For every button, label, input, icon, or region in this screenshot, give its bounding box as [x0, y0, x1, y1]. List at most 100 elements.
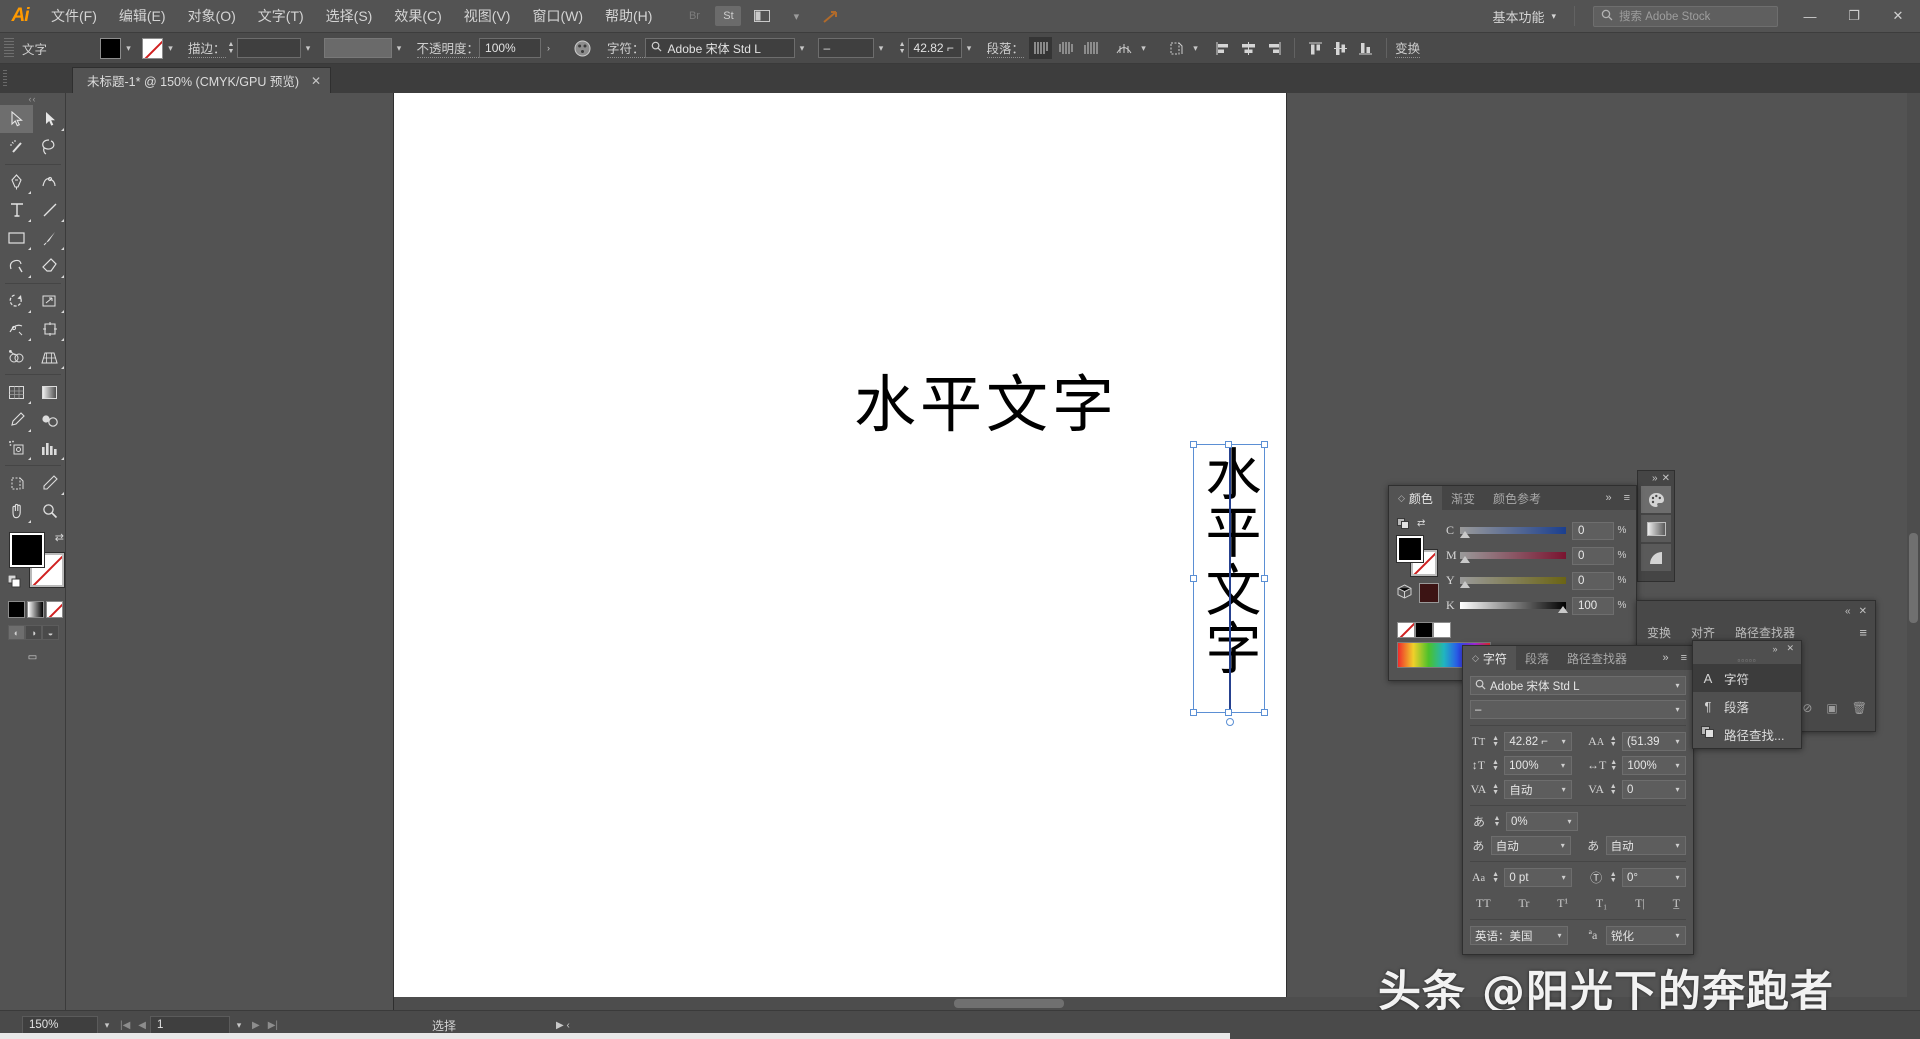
selection-handle-tc[interactable]: [1225, 441, 1232, 448]
selection-handle-bl[interactable]: [1190, 709, 1197, 716]
tab-align[interactable]: 对齐: [1681, 624, 1725, 641]
baseline-shift-stepper[interactable]: ▲ ▼: [1491, 871, 1500, 884]
chevron-down-icon[interactable]: ▾: [1670, 681, 1685, 690]
selection-handle-tr[interactable]: [1261, 441, 1268, 448]
flyout-grip[interactable]: ▫▫▫▫▫: [1693, 656, 1801, 665]
selection-handle-ml[interactable]: [1190, 574, 1197, 582]
curvature-tool[interactable]: [33, 168, 66, 196]
stroke-dropdown-icon[interactable]: ▾: [163, 38, 178, 59]
paintbrush-tool[interactable]: [33, 224, 66, 252]
direct-selection-tool[interactable]: [33, 105, 66, 133]
selection-tool[interactable]: [0, 105, 33, 133]
menu-window[interactable]: 窗口(W): [521, 0, 594, 33]
language-field[interactable]: 英语：美国 ▾: [1470, 926, 1568, 945]
default-fill-stroke-icon[interactable]: [7, 574, 22, 594]
flyout-item-paragraph[interactable]: ¶ 段落: [1693, 692, 1801, 720]
rectangle-tool[interactable]: [0, 224, 33, 252]
font-style-dropdown-icon[interactable]: ▾: [874, 38, 889, 59]
panel-menu-icon[interactable]: ≡: [1675, 652, 1693, 664]
zoom-tool[interactable]: [33, 497, 66, 525]
eraser-tool[interactable]: [33, 252, 66, 280]
underline-button[interactable]: T|: [1631, 894, 1649, 913]
vertical-scrollbar[interactable]: [1907, 93, 1920, 1010]
baseline-shift-field[interactable]: 0 pt ▾: [1504, 868, 1573, 887]
slider-row-c[interactable]: C 0 %: [1446, 518, 1630, 543]
aki-after-field[interactable]: 自动 ▾: [1605, 836, 1686, 855]
none-swatch-button[interactable]: [46, 601, 63, 618]
chevron-down-icon[interactable]: ▾: [1670, 785, 1685, 794]
selection-handle-br[interactable]: [1261, 709, 1268, 716]
blend-tool[interactable]: [33, 406, 66, 434]
align-vertical-center-icon[interactable]: [1329, 37, 1352, 59]
font-style-field[interactable]: – ▾: [1470, 700, 1686, 719]
tab-character[interactable]: ◇ 字符: [1463, 646, 1516, 670]
menu-effect[interactable]: 效果(C): [383, 0, 452, 33]
none-color-button[interactable]: [1397, 622, 1415, 638]
font-family-field[interactable]: Adobe 宋体 Std L ▾: [1470, 676, 1686, 695]
gradient-tool[interactable]: [33, 378, 66, 406]
horizontal-scale-stepper[interactable]: ▲ ▼: [1609, 759, 1618, 772]
new-layer-icon[interactable]: ▣: [1826, 701, 1837, 715]
status-play-icon[interactable]: ▶ ‹: [556, 1020, 570, 1031]
close-icon[interactable]: ✕: [1662, 473, 1670, 484]
align-right-icon[interactable]: [1262, 37, 1285, 59]
tracking-stepper[interactable]: ▲ ▼: [1609, 783, 1618, 796]
collapse-icon[interactable]: «: [1845, 606, 1851, 617]
change-screen-mode-icon[interactable]: ▭: [22, 648, 43, 666]
font-family-field[interactable]: Adobe 宋体 Std L: [644, 38, 795, 58]
gradient-icon[interactable]: [1641, 515, 1671, 542]
next-artboard-icon[interactable]: ▶: [248, 1020, 264, 1031]
menu-select[interactable]: 选择(S): [315, 0, 384, 33]
chevron-down-icon[interactable]: ▾: [1556, 785, 1571, 794]
first-artboard-icon[interactable]: |◀: [116, 1020, 134, 1031]
black-color-button[interactable]: [1415, 622, 1433, 638]
chevron-down-icon[interactable]: ▾: [1556, 873, 1571, 882]
stroke-weight-dropdown-icon[interactable]: ▾: [301, 38, 316, 59]
strikethrough-button[interactable]: T̲: [1669, 894, 1684, 913]
chevron-down-icon[interactable]: ▾: [1670, 705, 1685, 714]
font-family-dropdown-icon[interactable]: ▾: [795, 38, 810, 59]
no-effect-icon[interactable]: ⊘: [1802, 701, 1812, 715]
superscript-button[interactable]: T¹: [1553, 894, 1572, 913]
align-left-icon[interactable]: [1212, 37, 1235, 59]
align-left-vertical-button[interactable]: [1079, 37, 1102, 59]
area-type-dropdown-icon[interactable]: ▾: [1136, 38, 1151, 59]
last-artboard-icon[interactable]: ▶|: [264, 1020, 282, 1031]
chevron-down-icon[interactable]: ▾: [1670, 737, 1685, 746]
slider-value-m[interactable]: 0: [1572, 546, 1614, 565]
tab-transform[interactable]: 变换: [1637, 624, 1681, 641]
align-right-vertical-button[interactable]: [1029, 37, 1053, 59]
arrange-documents-icon[interactable]: [749, 6, 775, 26]
artboard-tool[interactable]: [0, 469, 33, 497]
font-size-dropdown-icon[interactable]: ▾: [962, 38, 977, 59]
character-rotation-stepper[interactable]: ▲ ▼: [1609, 871, 1618, 884]
document-tab[interactable]: 未标题-1* @ 150% (CMYK/GPU 预览) ✕: [72, 67, 332, 93]
column-graph-tool[interactable]: [33, 434, 66, 462]
stock-icon[interactable]: St: [715, 6, 742, 26]
kerning-field[interactable]: 自动 ▾: [1504, 780, 1573, 799]
pen-tool[interactable]: [0, 168, 33, 196]
perspective-grid-tool[interactable]: [33, 343, 66, 371]
artboard[interactable]: 水平文字 水平文字: [394, 93, 1286, 1010]
slice-tool[interactable]: [33, 469, 66, 497]
align-horizontal-center-icon[interactable]: [1237, 37, 1260, 59]
panel-menu-icon[interactable]: ≡: [1618, 492, 1636, 504]
collapse-icon[interactable]: »: [1652, 473, 1658, 484]
horizontal-scrollbar-thumb[interactable]: [954, 999, 1064, 1008]
draw-behind-icon[interactable]: ◑: [25, 625, 42, 640]
small-caps-button[interactable]: Tr: [1514, 894, 1533, 913]
white-color-button[interactable]: [1433, 622, 1451, 638]
slider-row-k[interactable]: K 100 %: [1446, 593, 1630, 618]
magic-wand-tool[interactable]: [0, 133, 33, 161]
slider-value-k[interactable]: 100: [1572, 596, 1614, 615]
stock-search-input[interactable]: 搜索 Adobe Stock: [1593, 5, 1778, 27]
vertical-scale-field[interactable]: 100% ▾: [1504, 756, 1572, 775]
font-size-stepper[interactable]: ▲ ▼: [1491, 735, 1500, 748]
artboard-number-field[interactable]: 1: [150, 1015, 230, 1035]
selection-handle-bc[interactable]: [1225, 709, 1232, 716]
tracking-field[interactable]: 0 ▾: [1621, 780, 1687, 799]
align-center-vertical-button[interactable]: [1054, 37, 1077, 59]
artboard-option-icon[interactable]: [1164, 37, 1187, 59]
chevron-down-icon[interactable]: ▾: [1670, 931, 1685, 940]
font-size-field[interactable]: 42.82 ⌐: [907, 38, 962, 58]
